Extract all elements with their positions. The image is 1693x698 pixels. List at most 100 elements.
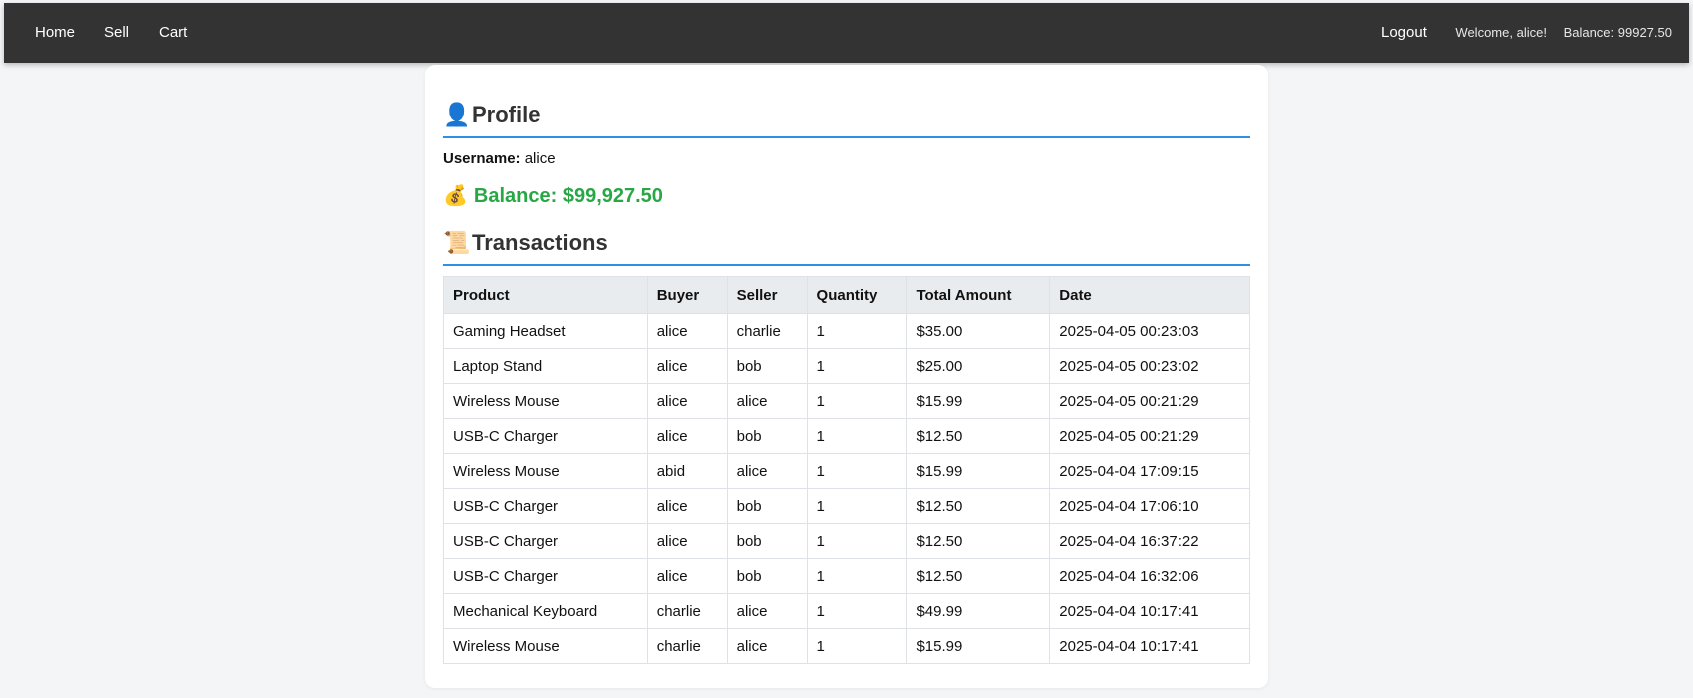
column-header: Buyer [646, 276, 728, 314]
table-cell: 2025-04-05 00:23:02 [1049, 348, 1250, 384]
table-cell: 1 [806, 383, 908, 419]
nav-sell-link[interactable]: Sell [104, 3, 129, 63]
table-cell: bob [726, 523, 808, 559]
table-cell: alice [726, 593, 808, 629]
table-cell: 2025-04-04 10:17:41 [1049, 593, 1250, 629]
transactions-table: Product Buyer Seller Quantity Total Amount Da… [443, 276, 1250, 664]
table-cell: 1 [806, 418, 908, 454]
nav-balance-text: Balance: 99927.50 [1563, 25, 1672, 40]
user-status: Welcome, alice! Balance: 99927.50 [1455, 3, 1672, 63]
table-cell: 2025-04-05 00:23:03 [1049, 313, 1250, 349]
table-cell: abid [646, 453, 728, 489]
table-row: Gaming Headset alice charlie 1 $35.00 2025-04… [443, 313, 1250, 349]
table-cell: 1 [806, 558, 908, 594]
table-cell: bob [726, 418, 808, 454]
table-cell: 2025-04-04 17:06:10 [1049, 488, 1250, 524]
table-cell: $15.99 [906, 628, 1051, 664]
table-cell: Gaming Headset [443, 313, 648, 349]
table-cell: 1 [806, 523, 908, 559]
table-cell: Wireless Mouse [443, 453, 648, 489]
table-cell: 1 [806, 628, 908, 664]
table-cell: $12.50 [906, 488, 1051, 524]
table-row: Wireless Mouse charlie alice 1 $15.99 2025-04… [443, 628, 1250, 664]
table-cell: 1 [806, 453, 908, 489]
table-row: Laptop Stand alice bob 1 $25.00 2025-04-05 00… [443, 348, 1250, 384]
table-cell: Mechanical Keyboard [443, 593, 648, 629]
table-cell: $12.50 [906, 558, 1051, 594]
nav-home-link[interactable]: Home [35, 3, 75, 63]
table-cell: $35.00 [906, 313, 1051, 349]
table-cell: USB-C Charger [443, 418, 648, 454]
table-cell: $25.00 [906, 348, 1051, 384]
table-row: USB-C Charger alice bob 1 $12.50 2025-04-04 1… [443, 558, 1250, 594]
column-header: Date [1049, 276, 1250, 314]
username-row: Username: alice [443, 149, 556, 169]
table-cell: Wireless Mouse [443, 628, 648, 664]
table-cell: charlie [646, 593, 728, 629]
nav-cart-link[interactable]: Cart [159, 3, 187, 63]
table-cell: charlie [726, 313, 808, 349]
table-cell: 2025-04-04 16:32:06 [1049, 558, 1250, 594]
balance-text: Balance: $99,927.50 [473, 185, 663, 207]
profile-heading-text: Profile [472, 102, 541, 127]
table-row: USB-C Charger alice bob 1 $12.50 2025-04-04 1… [443, 488, 1250, 524]
profile-card: 👤 Profile Username: alice 💰 Balance: $99,… [425, 65, 1268, 688]
table-cell: 2025-04-05 00:21:29 [1049, 383, 1250, 419]
table-cell: alice [646, 558, 728, 594]
table-row: Mechanical Keyboard charlie alice 1 $49.99 20… [443, 593, 1250, 629]
table-cell: 2025-04-05 00:21:29 [1049, 418, 1250, 454]
column-header: Seller [726, 276, 808, 314]
user-icon: 👤 [443, 102, 471, 127]
table-cell: 1 [806, 348, 908, 384]
table-cell: USB-C Charger [443, 558, 648, 594]
column-header: Quantity [806, 276, 908, 314]
table-cell: 2025-04-04 16:37:22 [1049, 523, 1250, 559]
table-row: Wireless Mouse abid alice 1 $15.99 2025-04-04… [443, 453, 1250, 489]
table-cell: $15.99 [906, 453, 1051, 489]
table-cell: 2025-04-04 17:09:15 [1049, 453, 1250, 489]
table-cell: alice [646, 348, 728, 384]
welcome-text: Welcome, alice! [1455, 25, 1547, 40]
table-cell: bob [726, 348, 808, 384]
table-cell: $15.99 [906, 383, 1051, 419]
table-cell: USB-C Charger [443, 523, 648, 559]
table-cell: 1 [806, 593, 908, 629]
table-cell: alice [726, 453, 808, 489]
table-row: Wireless Mouse alice alice 1 $15.99 2025-04-0… [443, 383, 1250, 419]
table-cell: 2025-04-04 10:17:41 [1049, 628, 1250, 664]
table-cell: Laptop Stand [443, 348, 648, 384]
logout-link[interactable]: Logout [1381, 3, 1427, 63]
table-cell: alice [726, 628, 808, 664]
transactions-heading: 📜 Transactions [443, 226, 1250, 266]
scroll-icon: 📜 [443, 230, 471, 255]
table-cell: bob [726, 488, 808, 524]
transactions-heading-text: Transactions [472, 230, 608, 255]
column-header: Total Amount [906, 276, 1051, 314]
table-cell: alice [646, 383, 728, 419]
username-label: Username: [443, 150, 521, 167]
table-cell: alice [646, 418, 728, 454]
table-cell: USB-C Charger [443, 488, 648, 524]
table-cell: 1 [806, 488, 908, 524]
table-row: USB-C Charger alice bob 1 $12.50 2025-04-05 0… [443, 418, 1250, 454]
table-cell: alice [646, 313, 728, 349]
username-value: alice [524, 150, 556, 167]
table-header-row: Product Buyer Seller Quantity Total Amount Da… [443, 276, 1250, 314]
table-cell: 1 [806, 313, 908, 349]
table-cell: alice [726, 383, 808, 419]
table-cell: $49.99 [906, 593, 1051, 629]
money-bag-icon: 💰 [443, 185, 468, 207]
table-cell: Wireless Mouse [443, 383, 648, 419]
table-cell: $12.50 [906, 523, 1051, 559]
top-navbar: Home Sell Cart Logout Welcome, alice! Ba… [4, 3, 1689, 63]
balance-display: 💰 Balance: $99,927.50 [443, 183, 663, 209]
transactions-table-body: Gaming Headset alice charlie 1 $35.00 2025-04… [443, 313, 1250, 664]
table-cell: $12.50 [906, 418, 1051, 454]
table-cell: bob [726, 558, 808, 594]
profile-heading: 👤 Profile [443, 98, 1250, 138]
table-cell: charlie [646, 628, 728, 664]
column-header: Product [443, 276, 648, 314]
table-cell: alice [646, 523, 728, 559]
table-cell: alice [646, 488, 728, 524]
table-row: USB-C Charger alice bob 1 $12.50 2025-04-04 1… [443, 523, 1250, 559]
